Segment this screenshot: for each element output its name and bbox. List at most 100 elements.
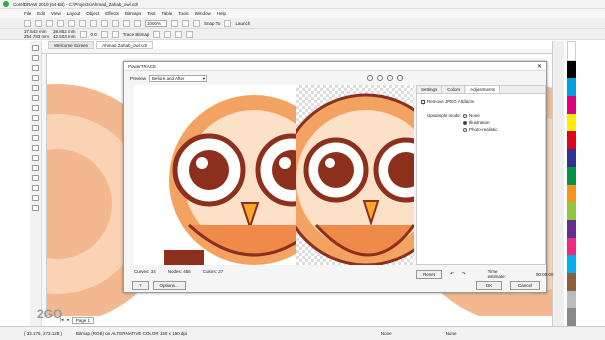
swatch-blue[interactable]: [567, 149, 576, 167]
radio-icon[interactable]: [463, 113, 467, 118]
menu-tools[interactable]: Tools: [178, 11, 189, 16]
zoom-level-field[interactable]: 1000%: [145, 19, 167, 27]
menu-edit[interactable]: Edit: [37, 11, 45, 16]
swatch-black[interactable]: [567, 60, 576, 79]
swatch-cyan[interactable]: [567, 78, 576, 97]
ok-button[interactable]: OK: [476, 281, 502, 290]
bitmap-mask-icon[interactable]: [186, 30, 194, 38]
zoom-out-icon[interactable]: [377, 75, 383, 81]
full-screen-icon[interactable]: [171, 19, 178, 27]
mirror-horizontal-icon[interactable]: [100, 30, 108, 38]
copy-icon[interactable]: [79, 19, 86, 27]
crop-bitmap-icon[interactable]: [153, 30, 161, 38]
interactive-fill-icon[interactable]: [32, 195, 39, 201]
pick-tool-icon[interactable]: [32, 45, 39, 51]
menu-bitmaps[interactable]: Bitmaps: [125, 11, 141, 16]
menu-effects[interactable]: Effects: [105, 11, 119, 16]
upsample-photo[interactable]: Photo-realistic: [463, 127, 498, 132]
prev-page-icon[interactable]: ◂: [66, 317, 68, 323]
rulers-icon[interactable]: [182, 19, 189, 27]
export-icon[interactable]: [134, 19, 141, 27]
print-icon[interactable]: [57, 19, 64, 27]
menu-object[interactable]: Object: [86, 11, 99, 16]
swatch-sky[interactable]: [567, 255, 576, 273]
swatch-pink[interactable]: [567, 237, 576, 256]
smart-fill-icon[interactable]: [32, 205, 39, 211]
tab-document[interactable]: Ahmad Zahab_owl.cdr: [96, 41, 154, 49]
menu-text[interactable]: Text: [147, 11, 155, 16]
swatch-gray[interactable]: [567, 290, 576, 309]
swatch-white[interactable]: [567, 41, 576, 61]
paste-icon[interactable]: [90, 19, 97, 27]
shape-tool-icon[interactable]: [32, 55, 39, 61]
menu-help[interactable]: Help: [217, 11, 226, 16]
radio-icon[interactable]: [463, 127, 467, 132]
rectangle-tool-icon[interactable]: [32, 105, 39, 111]
remove-jpeg-checkbox[interactable]: ✓ Remove JPEG Artifacts: [421, 99, 474, 106]
launch-dropdown[interactable]: Launch: [235, 21, 250, 26]
preview-after[interactable]: [296, 85, 414, 265]
grid-icon[interactable]: [193, 19, 200, 27]
swatch-purple[interactable]: [567, 219, 576, 238]
snap-to-dropdown[interactable]: Snap To: [204, 21, 220, 26]
undo-icon[interactable]: [101, 19, 108, 27]
menu-window[interactable]: Window: [195, 11, 211, 16]
menu-layout[interactable]: Layout: [67, 11, 81, 16]
lock-ratio-icon[interactable]: [79, 30, 87, 38]
zoom-in-icon[interactable]: [367, 75, 373, 81]
trace-bitmap-dropdown[interactable]: Trace Bitmap: [123, 32, 150, 37]
options-button[interactable]: Options...: [152, 281, 186, 290]
checkbox-icon[interactable]: ✓: [421, 99, 426, 106]
cut-icon[interactable]: [68, 19, 75, 27]
page-tab[interactable]: Page 1: [71, 316, 94, 324]
tab-adjustments[interactable]: Adjustments: [466, 86, 501, 93]
tab-welcome-screen[interactable]: Welcome Screen: [48, 41, 95, 49]
artistic-media-icon[interactable]: [32, 95, 39, 101]
swatch-green[interactable]: [567, 166, 576, 185]
swatch-magenta[interactable]: [567, 96, 576, 114]
redo-icon[interactable]: [112, 19, 119, 27]
y-position-field[interactable]: 254.783 mm: [24, 34, 49, 39]
open-icon[interactable]: [35, 19, 42, 27]
options-icon[interactable]: [224, 19, 232, 27]
zoom-tool-icon[interactable]: [32, 75, 39, 81]
swatch-brown[interactable]: [567, 272, 576, 291]
undo-icon[interactable]: ↶: [450, 271, 454, 277]
swatch-red[interactable]: [567, 131, 576, 150]
ellipse-tool-icon[interactable]: [32, 115, 39, 121]
save-icon[interactable]: [46, 19, 53, 27]
mirror-vertical-icon[interactable]: [111, 30, 119, 38]
resample-icon[interactable]: [175, 30, 183, 38]
fit-icon[interactable]: [387, 75, 393, 81]
cancel-button[interactable]: Cancel: [510, 281, 540, 290]
freehand-tool-icon[interactable]: [32, 85, 39, 91]
polygon-tool-icon[interactable]: [32, 125, 39, 131]
height-field[interactable]: 42.503 mm: [53, 34, 76, 39]
close-icon[interactable]: ✕: [537, 63, 542, 70]
crop-tool-icon[interactable]: [32, 65, 39, 71]
connector-tool-icon[interactable]: [32, 155, 39, 161]
tab-settings[interactable]: Settings: [417, 86, 443, 93]
docker-tabs[interactable]: [552, 41, 564, 326]
import-icon[interactable]: [123, 19, 130, 27]
eyedropper-icon[interactable]: [32, 185, 39, 191]
edit-bitmap-icon[interactable]: [164, 30, 172, 38]
swatch-yellow[interactable]: [567, 113, 576, 132]
pan-icon[interactable]: [397, 75, 403, 81]
menu-table[interactable]: Table: [161, 11, 172, 16]
swatch-orange[interactable]: [567, 184, 576, 203]
menu-view[interactable]: View: [51, 11, 61, 16]
reset-button[interactable]: Reset: [416, 269, 443, 279]
upsample-illustration[interactable]: Illustration: [463, 120, 498, 125]
menu-file[interactable]: File: [24, 11, 31, 16]
tab-colors[interactable]: Colors: [443, 86, 466, 93]
parallel-dimension-icon[interactable]: [32, 145, 39, 151]
swatch-dark-gray[interactable]: [567, 308, 576, 326]
text-tool-icon[interactable]: [32, 135, 39, 141]
upsample-none[interactable]: None: [463, 113, 498, 118]
help-button[interactable]: ?: [132, 281, 149, 290]
drop-shadow-icon[interactable]: [32, 165, 39, 171]
radio-selected-icon[interactable]: [463, 120, 467, 125]
swatch-lime[interactable]: [567, 202, 576, 220]
redo-icon[interactable]: ↷: [462, 271, 466, 277]
